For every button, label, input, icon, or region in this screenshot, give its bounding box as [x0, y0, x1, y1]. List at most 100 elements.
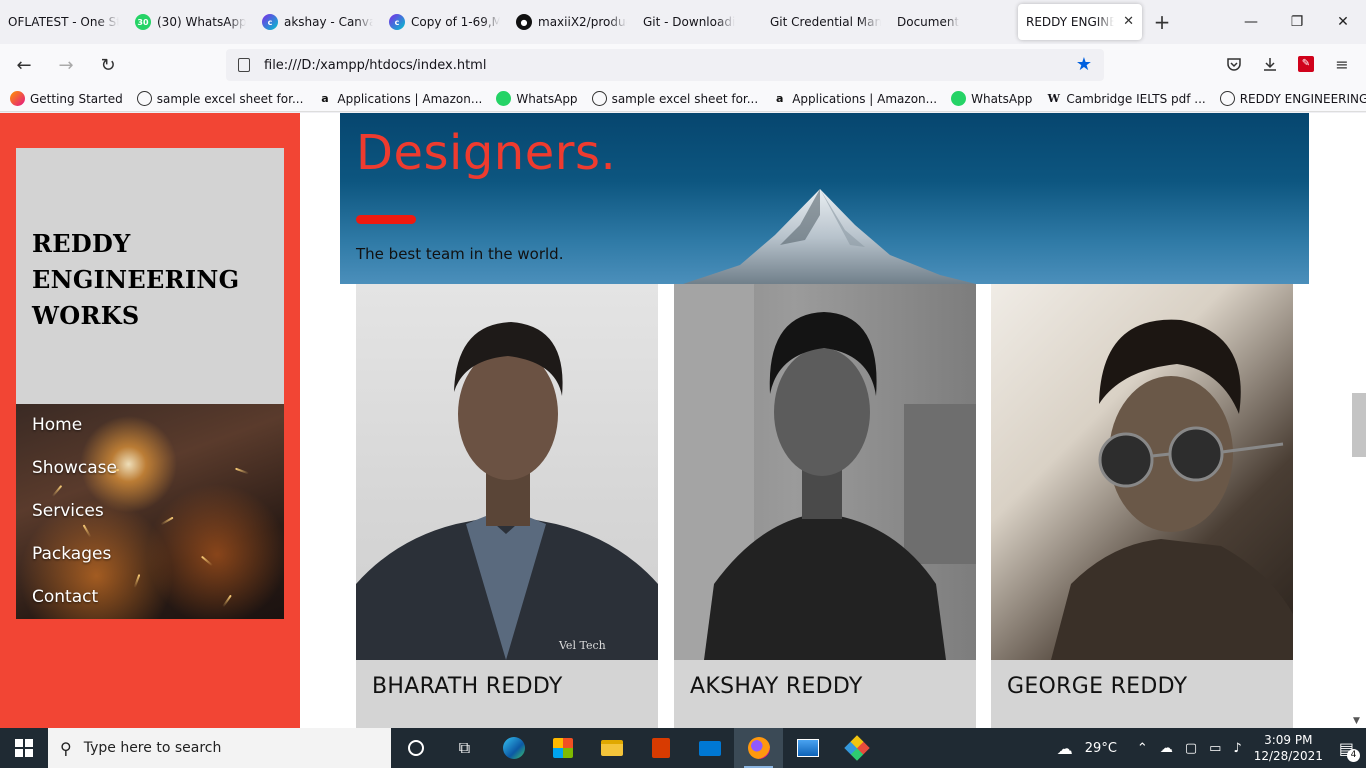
tab-whatsapp[interactable]: 30 (30) WhatsApp [127, 4, 254, 40]
mountain-image [683, 189, 976, 284]
new-tab-button[interactable]: + [1144, 4, 1180, 40]
bookmark-label: REDDY ENGINEERING ... [1239, 91, 1366, 106]
extension-icon[interactable]: ✎ [1294, 52, 1318, 76]
tab-oflatest[interactable]: OFLATEST - One Sto [0, 4, 127, 40]
canva-icon: c [262, 14, 278, 30]
hero-title: Designers. [356, 125, 617, 181]
w-icon: W [1047, 92, 1061, 105]
person-portrait [1051, 319, 1293, 660]
globe-icon [1219, 91, 1235, 106]
bookmark-item[interactable]: sample excel sheet for... [136, 91, 304, 106]
minimize-button[interactable]: — [1228, 0, 1274, 44]
bookmark-label: WhatsApp [516, 91, 578, 106]
globe-icon [136, 91, 152, 106]
bookmark-item[interactable]: REDDY ENGINEERING ... [1219, 91, 1366, 106]
clock-date: 12/28/2021 [1253, 749, 1323, 763]
bookmark-item[interactable]: a Applications | Amazon... [772, 91, 937, 106]
tab-canva-akshay[interactable]: c akshay - Canva [254, 4, 381, 40]
downloads-icon[interactable] [1258, 52, 1282, 76]
close-tab-icon[interactable]: ✕ [1123, 14, 1134, 29]
clock-time: 3:09 PM [1264, 733, 1313, 747]
task-view-icon[interactable]: ⧉ [440, 728, 489, 768]
notification-count: 4 [1347, 748, 1360, 762]
person-portrait [674, 284, 976, 660]
bookmark-label: Getting Started [30, 91, 123, 106]
brand-line: WORKS [32, 301, 140, 330]
bookmarks-toolbar: Getting Started sample excel sheet for..… [0, 86, 1366, 112]
taskbar-search[interactable]: ⚲ Type here to search [48, 728, 391, 768]
amazon-icon: a [775, 92, 784, 105]
tab-document[interactable]: Document [889, 4, 1016, 40]
tab-label: OFLATEST - One Sto [8, 15, 119, 29]
spark-decoration [160, 516, 174, 526]
firefox-taskbar-icon[interactable] [734, 728, 783, 768]
bookmark-item[interactable]: sample excel sheet for... [591, 91, 759, 106]
battery-icon[interactable]: ▭ [1209, 741, 1221, 756]
chevron-up-icon[interactable]: ⌃ [1137, 741, 1148, 756]
mail-icon[interactable] [685, 728, 734, 768]
team-photo [674, 284, 976, 660]
forward-button[interactable]: → [48, 49, 84, 81]
pocket-icon[interactable] [1222, 52, 1246, 76]
restore-button[interactable]: ❐ [1274, 0, 1320, 44]
scrollbar-thumb[interactable] [1352, 393, 1366, 457]
reload-button[interactable]: ↻ [90, 49, 126, 81]
tab-github[interactable]: ● maxiiX2/produc [508, 4, 635, 40]
network-cloud-icon[interactable]: ☁ [1160, 741, 1173, 756]
bookmark-label: sample excel sheet for... [611, 91, 759, 106]
scroll-down-arrow-icon[interactable]: ▼ [1353, 716, 1360, 726]
spark-decoration [51, 484, 63, 498]
tab-reddy-engineering[interactable]: REDDY ENGINEER ✕ [1018, 4, 1142, 40]
start-button[interactable] [0, 728, 48, 768]
sidebar: REDDY ENGINEERING WORKS Home Showcase Se… [0, 113, 300, 728]
tab-git-download[interactable]: Git - Downloadi [635, 4, 762, 40]
git-gui-icon[interactable] [832, 728, 881, 768]
notification-center-icon[interactable]: ▤ 4 [1339, 739, 1360, 762]
bookmark-item[interactable]: Getting Started [10, 91, 123, 106]
back-button[interactable]: ← [6, 49, 42, 81]
menu-hamburger-icon[interactable]: ≡ [1330, 52, 1354, 76]
tab-canva-copy[interactable]: c Copy of 1-69,M [381, 4, 508, 40]
brand-box: REDDY ENGINEERING WORKS [16, 148, 284, 404]
address-bar[interactable]: file:///D:/xampp/htdocs/index.html ★ [226, 49, 1104, 81]
search-placeholder: Type here to search [83, 740, 222, 756]
weather-temperature[interactable]: 29°C [1085, 741, 1117, 756]
weather-cloud-icon[interactable]: ☁ [1057, 739, 1073, 758]
title-underline [356, 215, 416, 224]
file-explorer-icon[interactable] [587, 728, 636, 768]
bookmark-item[interactable]: WhatsApp [496, 91, 578, 106]
hero-banner: Designers. The best team in the world. [340, 113, 1309, 284]
tab-label: REDDY ENGINEER [1026, 15, 1114, 29]
whatsapp-icon [496, 91, 512, 106]
menu-item-services[interactable]: Services [32, 501, 104, 521]
bookmark-label: sample excel sheet for... [156, 91, 304, 106]
tab-label: akshay - Canva [284, 15, 373, 29]
navigation-toolbar: ← → ↻ file:///D:/xampp/htdocs/index.html… [0, 44, 1366, 86]
clock[interactable]: 3:09 PM 12/28/2021 [1254, 732, 1323, 764]
photos-icon[interactable] [783, 728, 832, 768]
hero-subtitle: The best team in the world. [356, 245, 564, 263]
bookmark-star-icon[interactable]: ★ [1076, 54, 1092, 75]
amazon-icon: a [321, 92, 329, 105]
bookmark-item[interactable]: WhatsApp [951, 91, 1032, 106]
meet-now-icon[interactable]: ▢ [1185, 741, 1197, 756]
edge-icon[interactable] [489, 728, 538, 768]
team-member-name: GEORGE REDDY [1007, 674, 1188, 699]
page-viewport: REDDY ENGINEERING WORKS Home Showcase Se… [0, 113, 1366, 728]
bookmark-item[interactable]: W Cambridge IELTS pdf ... [1046, 91, 1206, 106]
menu-item-home[interactable]: Home [32, 415, 82, 435]
menu-item-packages[interactable]: Packages [32, 544, 111, 564]
tab-strip: OFLATEST - One Sto 30 (30) WhatsApp c ak… [0, 0, 1366, 44]
menu-item-contact[interactable]: Contact [32, 587, 98, 607]
spark-decoration [200, 555, 214, 567]
close-window-button[interactable]: ✕ [1320, 0, 1366, 44]
menu-item-showcase[interactable]: Showcase [32, 458, 117, 478]
store-icon[interactable] [538, 728, 587, 768]
speaker-icon[interactable]: ♪ [1233, 741, 1241, 756]
tab-git-credential[interactable]: Git Credential Mana [762, 4, 889, 40]
cortana-icon[interactable] [391, 728, 440, 768]
office-icon[interactable] [636, 728, 685, 768]
spark-decoration [235, 467, 249, 475]
page-scrollbar[interactable]: ▼ [1350, 113, 1366, 728]
bookmark-item[interactable]: a Applications | Amazon... [317, 91, 482, 106]
